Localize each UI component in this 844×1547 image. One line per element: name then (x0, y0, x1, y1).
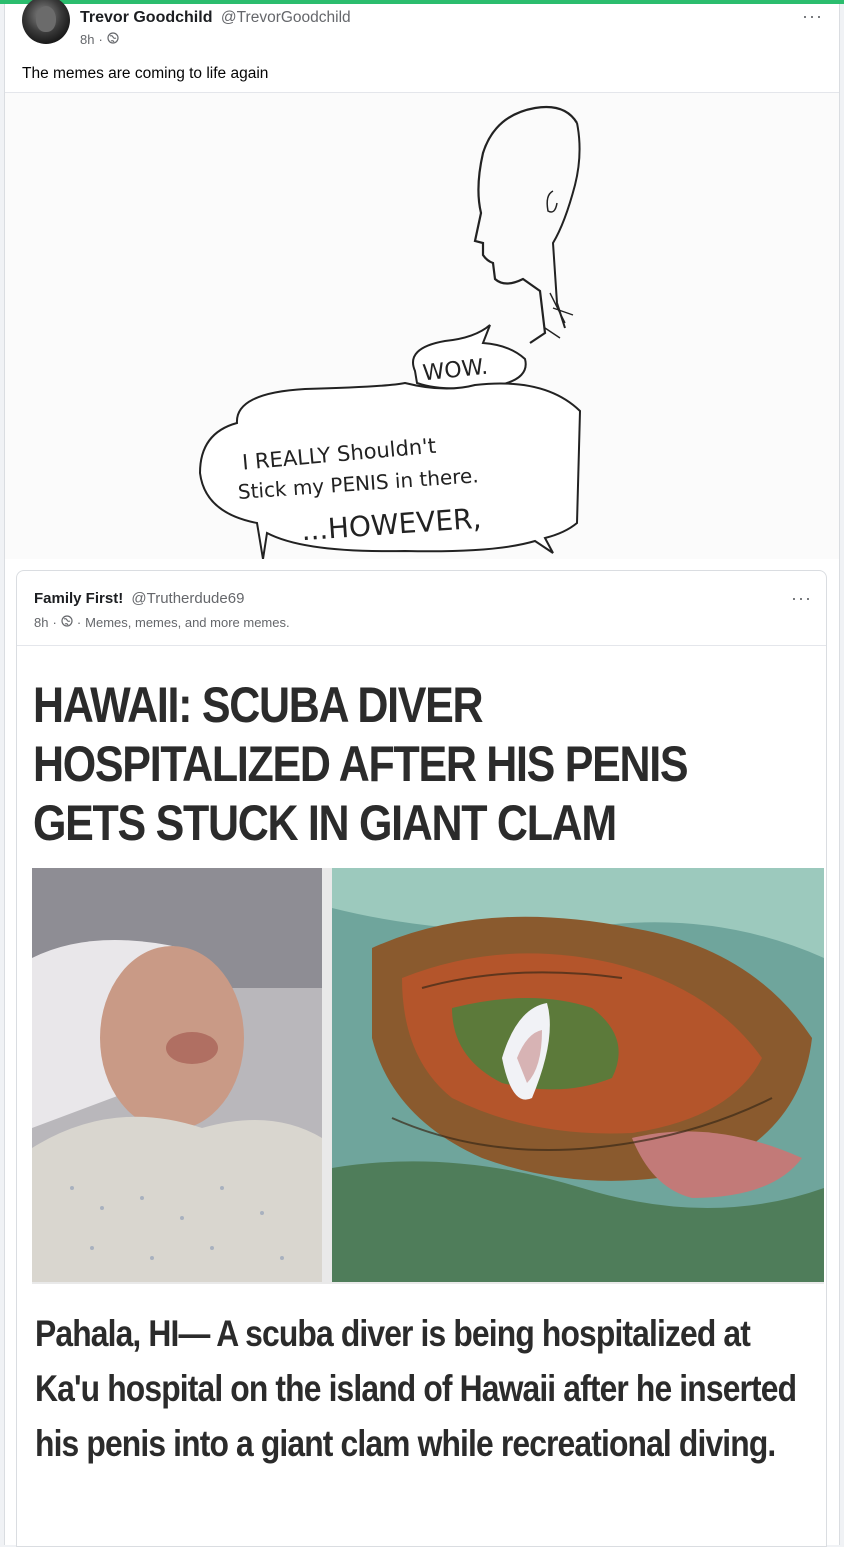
shared-post-time[interactable]: 8h (34, 615, 48, 630)
post-time[interactable]: 8h (80, 32, 94, 47)
post-card: Trevor Goodchild @TrevorGoodchild 8h · ·… (4, 0, 840, 1547)
meta-separator: · (52, 615, 57, 630)
author-name[interactable]: Trevor Goodchild (80, 9, 212, 26)
giant-clam-photo (332, 868, 824, 1282)
post-text: The memes are coming to life again (22, 65, 269, 82)
article-headline: HAWAII: SCUBA DIVER HOSPITALIZED AFTER H… (33, 677, 689, 851)
article-body: Pahala, HI— A scuba diver is being hospi… (35, 1313, 797, 1464)
more-options-icon[interactable]: ··· (802, 6, 823, 27)
globe-icon (61, 615, 73, 630)
shared-post-meta: 8h · · Memes, memes, and more memes. (34, 615, 290, 630)
meme-comic-image[interactable]: WOW. I REALLY Shouldn't Stick my PENIS i… (5, 93, 839, 559)
post-meta: 8h · (80, 32, 119, 47)
shared-author-handle[interactable]: @Trutherdude69 (131, 590, 244, 607)
post-header: Trevor Goodchild @TrevorGoodchild (80, 9, 351, 27)
news-article-image[interactable]: HAWAII: SCUBA DIVER HOSPITALIZED AFTER H… (17, 646, 826, 1546)
globe-icon (107, 32, 119, 47)
shared-post-card[interactable]: Family First! @Trutherdude69 8h · · Meme… (16, 570, 827, 1547)
shared-author-name[interactable]: Family First! (34, 590, 123, 607)
meta-separator: · (76, 615, 82, 630)
hospital-photo (32, 868, 322, 1282)
avatar[interactable] (22, 0, 70, 44)
meta-separator: · (98, 32, 103, 47)
shared-post-header: Family First! @Trutherdude69 (34, 590, 244, 607)
more-options-icon[interactable]: ··· (791, 588, 812, 609)
author-handle[interactable]: @TrevorGoodchild (221, 9, 351, 26)
article-photos (32, 868, 824, 1284)
shared-caption: Memes, memes, and more memes. (85, 615, 290, 630)
